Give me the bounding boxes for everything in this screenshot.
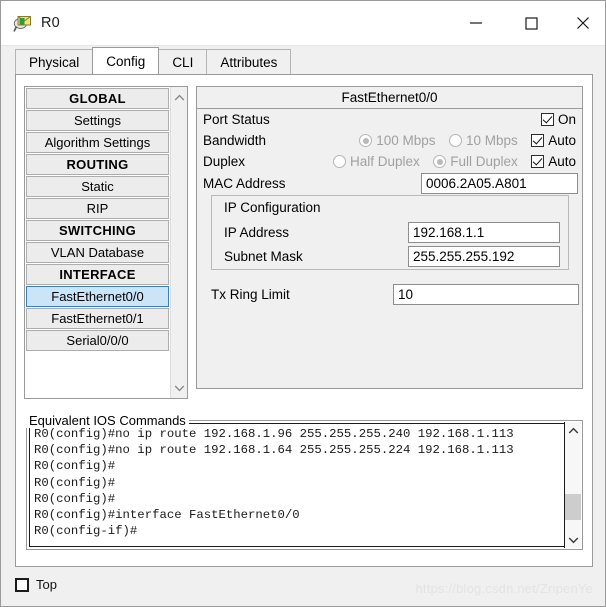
mac-address-input[interactable] — [421, 173, 578, 194]
subnet-mask-row: Subnet Mask — [212, 245, 568, 269]
bandwidth-100mbps-radio[interactable] — [359, 134, 373, 148]
duplex-controls[interactable]: Half Duplex Full Duplex Auto — [333, 151, 576, 172]
ios-commands-legend: Equivalent IOS Commands — [26, 413, 189, 428]
port-status-on-label: On — [557, 112, 576, 128]
chevron-down-icon[interactable] — [171, 379, 188, 396]
sidebar-header-switching[interactable]: SWITCHING — [26, 220, 169, 241]
sidebar-item-fastethernet0-0[interactable]: FastEthernet0/0 — [26, 286, 169, 307]
tx-ring-limit-input[interactable] — [393, 284, 579, 305]
duplex-auto-label: Auto — [548, 154, 576, 170]
sidebar-header-global[interactable]: GLOBAL — [26, 88, 169, 109]
tx-ring-limit-row: Tx Ring Limit — [197, 283, 582, 307]
ios-scrollbar-thumb[interactable] — [565, 494, 581, 520]
bandwidth-10mbps-label: 10 Mbps — [465, 133, 518, 149]
duplex-full-label: Full Duplex — [450, 154, 518, 170]
router-config-window: R0 Physical Config CLI Attributes GLOBAL… — [0, 0, 606, 607]
port-status-row: Port Status On — [197, 109, 582, 130]
ios-commands-scrollbar[interactable] — [564, 422, 581, 548]
top-checkbox-row[interactable]: Top — [15, 577, 57, 592]
sidebar-item-static[interactable]: Static — [26, 176, 169, 197]
tab-physical[interactable]: Physical — [15, 49, 94, 74]
bandwidth-auto-label: Auto — [548, 133, 576, 149]
ios-commands-text: R0(config)#no ip route 192.168.1.96 255.… — [34, 427, 514, 539]
bandwidth-row: Bandwidth 100 Mbps 10 Mbps Auto — [197, 130, 582, 151]
close-icon[interactable] — [560, 1, 605, 45]
duplex-label: Duplex — [203, 154, 246, 169]
tab-cli[interactable]: CLI — [158, 49, 208, 74]
port-status-control[interactable]: On — [540, 109, 576, 130]
sidebar-item-algorithm-settings[interactable]: Algorithm Settings — [26, 132, 169, 153]
tab-attributes[interactable]: Attributes — [206, 49, 292, 74]
bandwidth-10mbps-radio[interactable] — [448, 134, 462, 148]
router-device-icon — [12, 13, 34, 35]
duplex-row: Duplex Half Duplex Full Duplex Auto — [197, 151, 582, 172]
duplex-half-label: Half Duplex — [350, 154, 420, 170]
ip-address-input[interactable] — [408, 222, 560, 243]
tab-config[interactable]: Config — [92, 47, 160, 74]
interface-settings-panel: FastEthernet0/0 Port Status On Bandwidth… — [196, 86, 583, 389]
ip-configuration-group-label: IP Configuration — [224, 200, 321, 215]
mac-address-label: MAC Address — [203, 176, 286, 191]
title-bar: R0 — [1, 1, 605, 46]
bandwidth-auto-checkbox[interactable] — [531, 134, 545, 148]
sidebar-scrollbar[interactable] — [170, 87, 187, 398]
config-navigation-list: GLOBAL Settings Algorithm Settings ROUTI… — [25, 87, 170, 398]
duplex-half-radio[interactable] — [333, 155, 346, 169]
duplex-full-radio[interactable] — [433, 155, 447, 169]
mac-address-row: MAC Address — [197, 172, 582, 196]
top-checkbox[interactable] — [15, 577, 29, 592]
minimize-icon[interactable] — [453, 1, 499, 45]
top-checkbox-label: Top — [36, 577, 57, 592]
maximize-icon[interactable] — [508, 1, 554, 45]
bandwidth-100mbps-label: 100 Mbps — [376, 133, 436, 149]
ip-address-label: IP Address — [224, 225, 290, 240]
ios-commands-terminal[interactable]: R0(config)#no ip route 192.168.1.96 255.… — [29, 423, 565, 547]
tab-bar: Physical Config CLI Attributes — [15, 47, 593, 74]
ip-configuration-group: IP Configuration IP Address Subnet Mask — [211, 195, 569, 270]
config-tab-panel: GLOBAL Settings Algorithm Settings ROUTI… — [15, 74, 593, 567]
sidebar-item-settings[interactable]: Settings — [26, 110, 169, 131]
tx-ring-limit-label: Tx Ring Limit — [211, 287, 290, 302]
ip-address-row: IP Address — [212, 221, 568, 245]
sidebar-item-fastethernet0-1[interactable]: FastEthernet0/1 — [26, 308, 169, 329]
chevron-up-icon[interactable] — [171, 89, 188, 106]
bandwidth-controls[interactable]: 100 Mbps 10 Mbps Auto — [359, 130, 576, 151]
ios-commands-group: R0(config)#no ip route 192.168.1.96 255.… — [26, 420, 583, 550]
sidebar-header-interface[interactable]: INTERFACE — [26, 264, 169, 285]
interface-panel-title: FastEthernet0/0 — [197, 87, 582, 109]
port-status-checkbox[interactable] — [540, 113, 554, 127]
watermark-text: https://blog.csdn.net/ZripenYe — [415, 581, 593, 596]
chevron-down-icon[interactable] — [565, 531, 581, 548]
subnet-mask-input[interactable] — [408, 246, 560, 267]
window-title: R0 — [41, 15, 60, 31]
sidebar-item-vlan-database[interactable]: VLAN Database — [26, 242, 169, 263]
sidebar-header-routing[interactable]: ROUTING — [26, 154, 169, 175]
subnet-mask-label: Subnet Mask — [224, 249, 303, 264]
config-navigation-tree: GLOBAL Settings Algorithm Settings ROUTI… — [24, 86, 188, 399]
chevron-up-icon[interactable] — [565, 422, 581, 439]
sidebar-item-serial0-0-0[interactable]: Serial0/0/0 — [26, 330, 169, 351]
duplex-auto-checkbox[interactable] — [531, 155, 545, 169]
port-status-label: Port Status — [203, 112, 270, 127]
bandwidth-label: Bandwidth — [203, 133, 267, 148]
sidebar-item-rip[interactable]: RIP — [26, 198, 169, 219]
